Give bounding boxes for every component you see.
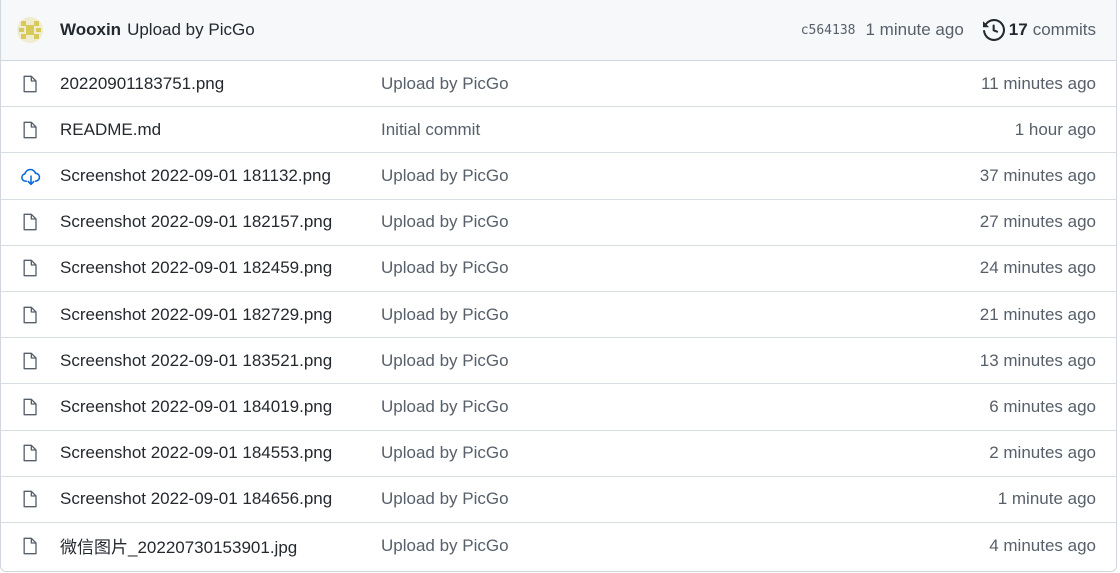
file-row[interactable]: Screenshot 2022-09-01 184553.png Upload b… [1, 431, 1116, 477]
file-commit-time: 37 minutes ago [979, 165, 1096, 185]
file-name-link[interactable]: Screenshot 2022-09-01 182729.png [60, 305, 332, 325]
file-commit-time: 11 minutes ago [981, 73, 1096, 93]
file-row[interactable]: Screenshot 2022-09-01 182729.png Upload b… [1, 292, 1116, 339]
file-icon [20, 443, 40, 463]
file-icon [20, 74, 40, 94]
file-list: 20220901183751.png Upload by PicGo 11 minu… [1, 61, 1116, 569]
file-row[interactable]: 微信图片_20220730153901.jpg Upload by PicGo 4 … [1, 523, 1116, 569]
file-name-link[interactable]: Screenshot 2022-09-01 184019.png [60, 397, 332, 417]
file-commit-time: 24 minutes ago [979, 258, 1096, 278]
author-avatar-icon[interactable] [17, 17, 43, 43]
file-commit-time: 4 minutes ago [989, 535, 1096, 555]
file-commit-message-link[interactable]: Upload by PicGo [381, 536, 509, 556]
file-commit-message-link[interactable]: Initial commit [381, 120, 480, 140]
file-icon [20, 536, 40, 556]
file-row[interactable]: Screenshot 2022-09-01 184019.png Upload b… [1, 384, 1116, 431]
file-name-link[interactable]: Screenshot 2022-09-01 184553.png [60, 443, 332, 463]
file-name-link[interactable]: 20220901183751.png [60, 74, 224, 94]
file-row[interactable]: Screenshot 2022-09-01 182459.png Upload b… [1, 246, 1116, 292]
file-row[interactable]: Screenshot 2022-09-01 181132.png Upload b… [1, 153, 1116, 200]
file-commit-time: 1 hour ago [1014, 119, 1096, 139]
file-commit-time: 13 minutes ago [979, 350, 1096, 370]
commits-label: commits [1032, 20, 1096, 39]
file-name-link[interactable]: 微信图片_20220730153901.jpg [60, 533, 297, 558]
file-commit-message-link[interactable]: Upload by PicGo [381, 74, 509, 94]
file-commit-message-link[interactable]: Upload by PicGo [381, 489, 509, 509]
file-icon [20, 397, 40, 417]
file-icon [20, 120, 40, 140]
file-browser: Wooxin Upload by PicGo c564138 1 minute … [0, 0, 1117, 572]
file-commit-message-link[interactable]: Upload by PicGo [381, 443, 509, 463]
file-commit-message-link[interactable]: Upload by PicGo [381, 397, 509, 417]
commits-count: 17 [1008, 20, 1028, 39]
file-name-link[interactable]: Screenshot 2022-09-01 183521.png [60, 351, 332, 371]
file-icon [20, 351, 40, 371]
file-icon [20, 258, 40, 278]
file-row[interactable]: Screenshot 2022-09-01 182157.png Upload b… [1, 200, 1116, 246]
commits-link[interactable]: 17 commits [982, 19, 1096, 41]
file-row[interactable]: Screenshot 2022-09-01 184656.png Upload b… [1, 477, 1116, 523]
commit-message[interactable]: Upload by PicGo [127, 20, 255, 40]
file-commit-time: 1 minute ago [997, 489, 1096, 509]
file-name-link[interactable]: README.md [60, 120, 161, 140]
file-name-link[interactable]: Screenshot 2022-09-01 181132.png [60, 166, 331, 186]
file-row[interactable]: README.md Initial commit 1 hour ago [1, 107, 1116, 154]
file-commit-message-link[interactable]: Upload by PicGo [381, 305, 509, 325]
file-commit-time: 2 minutes ago [989, 443, 1096, 463]
file-commit-time: 6 minutes ago [989, 396, 1096, 416]
file-row[interactable]: Screenshot 2022-09-01 183521.png Upload b… [1, 338, 1116, 385]
file-commit-message-link[interactable]: Upload by PicGo [381, 166, 509, 186]
file-row[interactable]: 20220901183751.png Upload by PicGo 11 minu… [1, 61, 1116, 108]
cloud-download-icon [20, 166, 41, 186]
file-icon [20, 212, 40, 232]
file-commit-message-link[interactable]: Upload by PicGo [381, 258, 509, 278]
file-commit-time: 27 minutes ago [979, 212, 1096, 232]
file-commit-message-link[interactable]: Upload by PicGo [381, 351, 509, 371]
file-icon [20, 305, 40, 325]
commit-time: 1 minute ago [865, 20, 964, 39]
commit-sha[interactable]: c564138 [801, 23, 856, 38]
commit-author[interactable]: Wooxin [60, 20, 121, 40]
latest-commit-bar: Wooxin Upload by PicGo c564138 1 minute … [1, 0, 1116, 61]
file-name-link[interactable]: Screenshot 2022-09-01 184656.png [60, 489, 332, 509]
file-commit-time: 21 minutes ago [979, 304, 1096, 324]
file-commit-message-link[interactable]: Upload by PicGo [381, 212, 509, 232]
file-icon [20, 489, 40, 509]
file-name-link[interactable]: Screenshot 2022-09-01 182459.png [60, 258, 332, 278]
history-icon [982, 19, 1005, 41]
file-name-link[interactable]: Screenshot 2022-09-01 182157.png [60, 212, 332, 232]
